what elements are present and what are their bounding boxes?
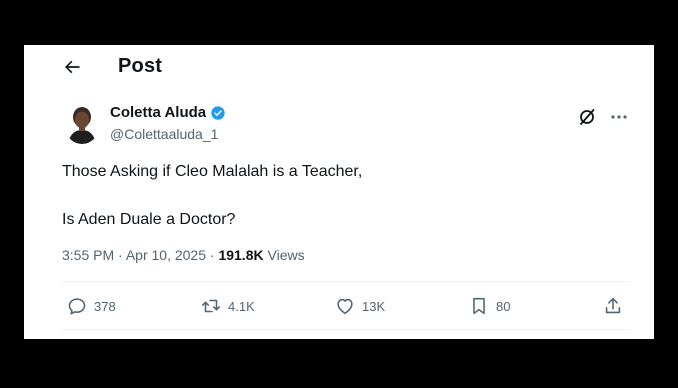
author-handle[interactable]: @Colettaaluda_1	[110, 126, 218, 142]
share-button[interactable]	[602, 293, 624, 319]
like-count: 13K	[362, 298, 386, 314]
post-panel: Post Coletta Aluda @Colettaaluda_1 Those…	[24, 45, 654, 339]
post-time[interactable]: 3:55 PM	[62, 247, 114, 263]
post-meta: 3:55 PM · Apr 10, 2025 · 191.8K Views	[62, 247, 305, 263]
post-header: Post	[24, 45, 654, 89]
reply-count: 378	[94, 298, 116, 314]
views-label: Views	[267, 247, 305, 263]
post-text: Those Asking if Cleo Malalah is a Teache…	[62, 159, 622, 232]
meta-separator: ·	[209, 247, 215, 263]
divider	[62, 329, 630, 330]
verified-badge-icon	[211, 105, 225, 120]
bookmark-count: 80	[496, 298, 511, 314]
post-date[interactable]: Apr 10, 2025	[126, 247, 206, 263]
post-line: Is Aden Duale a Doctor?	[62, 211, 236, 228]
repost-count: 4.1K	[228, 298, 255, 314]
grok-icon	[580, 109, 595, 125]
repost-button[interactable]: 4.1K	[200, 293, 255, 319]
share-icon	[605, 297, 621, 314]
avatar-photo	[64, 104, 100, 144]
more-options-button[interactable]	[608, 107, 630, 127]
reply-button[interactable]: 378	[66, 293, 116, 319]
bookmark-icon	[473, 297, 485, 315]
grok-button[interactable]	[577, 107, 597, 127]
page-title: Post	[118, 55, 163, 77]
author-name-row: Coletta Aluda	[110, 104, 226, 121]
arrow-left-icon	[65, 60, 80, 74]
heart-icon	[337, 298, 353, 315]
reply-icon	[68, 298, 86, 315]
repost-icon	[201, 299, 221, 313]
bookmark-button[interactable]: 80	[468, 293, 510, 319]
action-bar: 378 4.1K 13K 80	[62, 293, 630, 319]
like-button[interactable]: 13K	[334, 293, 385, 319]
more-icon	[611, 115, 627, 119]
back-button[interactable]	[58, 55, 86, 79]
views-count: 191.8K	[218, 247, 264, 263]
meta-separator: ·	[118, 247, 123, 263]
avatar[interactable]	[64, 104, 100, 144]
author-name[interactable]: Coletta Aluda	[110, 104, 206, 121]
divider	[62, 281, 630, 282]
post-line: Those Asking if Cleo Malalah is a Teache…	[62, 163, 363, 180]
